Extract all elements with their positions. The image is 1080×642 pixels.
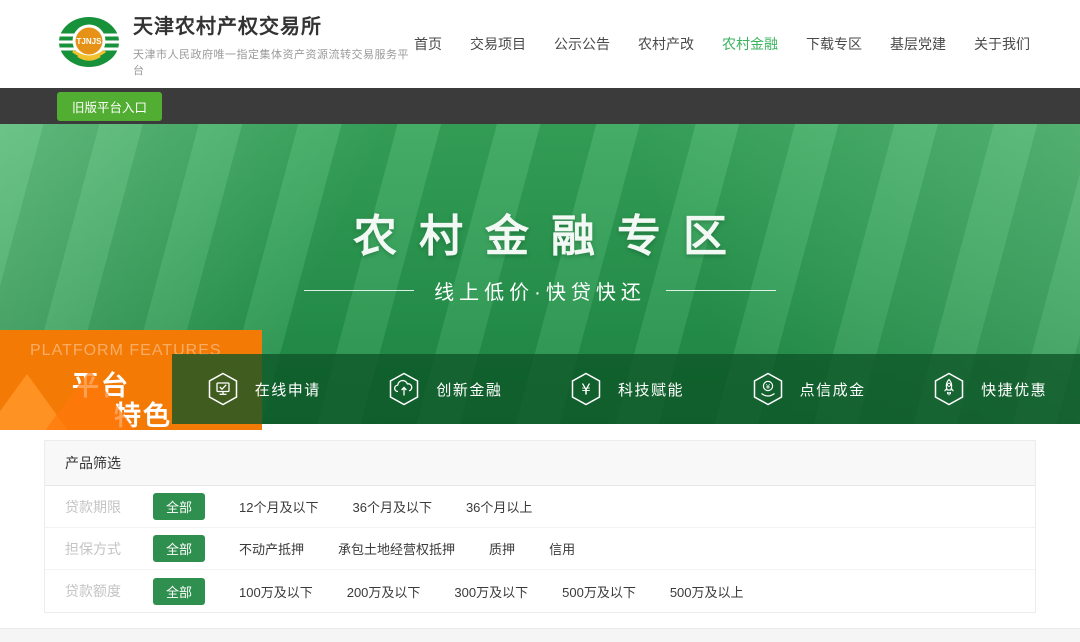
feature-label: 创新金融 [436, 379, 502, 400]
feature-tech-empowerment[interactable]: ¥ 科技赋能 [535, 354, 717, 424]
hero-subtitle-line-right [666, 290, 776, 291]
hero-banner: 农村金融专区 线上低价·快贷快还 PLATFORM FEATURES 平台 特色… [0, 124, 1080, 424]
hero-title: 农村金融专区 [0, 200, 1080, 264]
filter-option[interactable]: 质押 [489, 539, 515, 558]
nav-item-rural-reform[interactable]: 农村产改 [638, 34, 694, 54]
feature-bar: 在线申请 创新金融 ¥ 科技赋能 ¥ 点信成 [172, 354, 1080, 424]
filter-row-guarantee-method: 担保方式 全部 不动产抵押 承包土地经营权抵押 质押 信用 [45, 528, 1035, 570]
feature-credit-to-gold[interactable]: ¥ 点信成金 [717, 354, 899, 424]
nav-item-downloads[interactable]: 下载专区 [806, 34, 862, 54]
svg-text:¥: ¥ [765, 383, 770, 391]
cloud-upload-icon [386, 371, 422, 407]
site-subtitle: 天津市人民政府唯一指定集体资产资源流转交易服务平台 [133, 46, 414, 78]
nav-item-trade-projects[interactable]: 交易项目 [470, 34, 526, 54]
filter-option[interactable]: 500万及以上 [670, 582, 744, 601]
nav-item-rural-finance[interactable]: 农村金融 [722, 34, 778, 54]
svg-text:¥: ¥ [581, 381, 591, 399]
old-platform-entry-button[interactable]: 旧版平台入口 [57, 92, 162, 121]
hero-subtitle-line-left [304, 290, 414, 291]
filter-label: 贷款期限 [65, 497, 153, 517]
filter-panel-title: 产品筛选 [45, 441, 1035, 486]
feature-label: 快捷优惠 [981, 379, 1047, 400]
nav-item-party-building[interactable]: 基层党建 [890, 34, 946, 54]
site-header: TJNJS 天津农村产权交易所 天津市人民政府唯一指定集体资产资源流转交易服务平… [0, 0, 1080, 88]
filter-option[interactable]: 承包土地经营权抵押 [338, 539, 455, 558]
ribbon-triangle-decoration [38, 370, 142, 430]
hero-subtitle: 线上低价·快贷快还 [434, 276, 646, 305]
feature-label: 点信成金 [800, 379, 866, 400]
nav-item-public-notice[interactable]: 公示公告 [554, 34, 610, 54]
rocket-icon [931, 371, 967, 407]
monitor-check-icon [205, 371, 241, 407]
filter-option[interactable]: 12个月及以下 [239, 497, 318, 516]
footer-strip [0, 628, 1080, 642]
filter-options: 12个月及以下 36个月及以下 36个月以上 [239, 497, 532, 516]
coin-hand-icon: ¥ [750, 371, 786, 407]
filter-option[interactable]: 500万及以下 [562, 582, 636, 601]
feature-label: 在线申请 [255, 379, 321, 400]
feature-online-apply[interactable]: 在线申请 [172, 354, 354, 424]
filter-options: 100万及以下 200万及以下 300万及以下 500万及以下 500万及以上 [239, 582, 744, 601]
brand-block: 天津农村产权交易所 天津市人民政府唯一指定集体资产资源流转交易服务平台 [133, 10, 414, 78]
filter-all-badge[interactable]: 全部 [153, 578, 205, 605]
filter-all-badge[interactable]: 全部 [153, 535, 205, 562]
main-nav: 首页 交易项目 公示公告 农村产改 农村金融 下载专区 基层党建 关于我们 [414, 34, 1030, 54]
site-title: 天津农村产权交易所 [133, 10, 414, 39]
feature-label: 科技赋能 [618, 379, 684, 400]
nav-item-about-us[interactable]: 关于我们 [974, 34, 1030, 54]
filter-all-badge[interactable]: 全部 [153, 493, 205, 520]
yen-icon: ¥ [568, 371, 604, 407]
nav-item-home[interactable]: 首页 [414, 34, 442, 54]
filter-option[interactable]: 300万及以下 [454, 582, 528, 601]
secondary-topbar: 旧版平台入口 [0, 88, 1080, 124]
filter-option[interactable]: 200万及以下 [347, 582, 421, 601]
filter-option[interactable]: 100万及以下 [239, 582, 313, 601]
filter-option[interactable]: 不动产抵押 [239, 539, 304, 558]
filter-options: 不动产抵押 承包土地经营权抵押 质押 信用 [239, 539, 575, 558]
filter-label: 担保方式 [65, 539, 153, 559]
filter-row-loan-amount: 贷款额度 全部 100万及以下 200万及以下 300万及以下 500万及以下 … [45, 570, 1035, 612]
filter-option[interactable]: 36个月以上 [466, 497, 532, 516]
filter-row-loan-term: 贷款期限 全部 12个月及以下 36个月及以下 36个月以上 [45, 486, 1035, 528]
filter-option[interactable]: 信用 [549, 539, 575, 558]
feature-quick-discount[interactable]: 快捷优惠 [898, 354, 1080, 424]
feature-innovative-finance[interactable]: 创新金融 [354, 354, 536, 424]
logo-text: TJNJS [77, 37, 103, 46]
product-filter-panel: 产品筛选 贷款期限 全部 12个月及以下 36个月及以下 36个月以上 担保方式… [44, 440, 1036, 613]
site-logo-icon: TJNJS [57, 15, 121, 73]
main-content: 产品筛选 贷款期限 全部 12个月及以下 36个月及以下 36个月以上 担保方式… [0, 424, 1080, 613]
filter-option[interactable]: 36个月及以下 [352, 497, 431, 516]
hero-subtitle-row: 线上低价·快贷快还 [0, 276, 1080, 305]
filter-label: 贷款额度 [65, 581, 153, 601]
